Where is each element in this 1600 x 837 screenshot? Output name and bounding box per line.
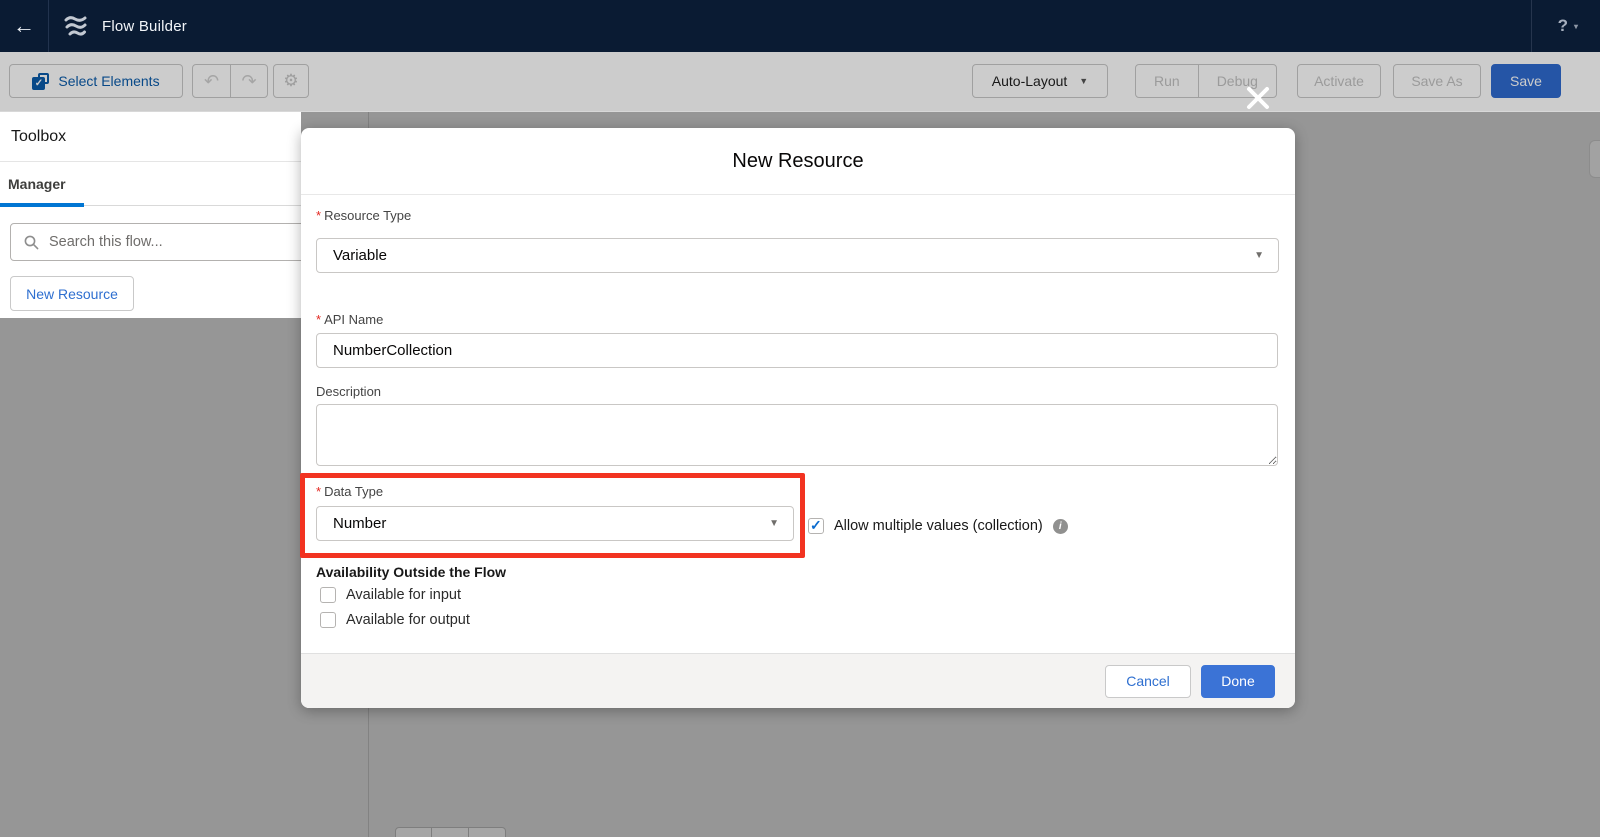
save-button[interactable]: Save <box>1491 64 1561 98</box>
zoom-out-button[interactable] <box>395 827 432 837</box>
cancel-button[interactable]: Cancel <box>1105 665 1191 698</box>
navbar-right-divider <box>1531 0 1532 52</box>
back-arrow-icon[interactable]: ← <box>0 0 48 52</box>
resource-type-label: *Resource Type <box>316 208 411 223</box>
active-tab-underline <box>0 203 84 207</box>
toolbox-panel: Toolbox Manager New Resource <box>0 112 301 318</box>
redo-button[interactable]: ↷ <box>230 65 267 97</box>
multi-select-icon: ✓ <box>32 73 49 90</box>
flow-builder-logo-icon <box>63 15 90 38</box>
chevron-down-icon: ▼ <box>1254 250 1264 261</box>
modal-header: New Resource <box>301 128 1295 195</box>
chevron-down-icon: ▼ <box>769 518 779 529</box>
undo-redo-group: ↶ ↷ <box>192 64 268 98</box>
required-asterisk: * <box>316 208 321 223</box>
activate-label: Activate <box>1314 73 1364 89</box>
required-asterisk: * <box>316 484 321 499</box>
available-for-input-label: Available for input <box>346 587 461 603</box>
navbar-divider <box>48 0 49 52</box>
auto-layout-dropdown[interactable]: Auto-Layout ▼ <box>972 64 1108 98</box>
tab-manager[interactable]: Manager <box>8 176 66 192</box>
resource-type-dropdown[interactable]: Variable ▼ <box>316 238 1279 273</box>
chevron-down-icon: ▼ <box>1079 76 1088 86</box>
zoom-fit-button[interactable] <box>432 827 469 837</box>
run-button[interactable]: Run <box>1136 65 1198 97</box>
description-label: Description <box>316 384 381 399</box>
activate-button[interactable]: Activate <box>1297 64 1381 98</box>
availability-heading: Availability Outside the Flow <box>316 564 506 580</box>
allow-multiple-row: ✓ Allow multiple values (collection) i <box>808 518 1068 534</box>
cancel-label: Cancel <box>1126 673 1170 689</box>
available-for-output-checkbox[interactable]: ✓ <box>320 612 336 628</box>
flow-search-box <box>10 223 301 261</box>
required-asterisk: * <box>316 312 321 327</box>
help-icon: ? <box>1558 16 1568 36</box>
resource-type-value: Variable <box>333 247 387 264</box>
help-menu-button[interactable]: ? ▾ <box>1558 16 1578 36</box>
undo-button[interactable]: ↶ <box>193 65 230 97</box>
flow-builder-app: ← Flow Builder ? ▾ ✓ Select Elements <box>0 0 1600 837</box>
modal-close-button[interactable] <box>1241 81 1275 115</box>
available-for-output-label: Available for output <box>346 612 470 628</box>
api-name-label: *API Name <box>316 312 383 327</box>
search-icon <box>24 235 39 250</box>
modal-footer: Cancel Done <box>301 653 1295 708</box>
available-for-input-row: ✓ Available for input <box>320 587 461 603</box>
app-title: Flow Builder <box>102 18 187 35</box>
data-type-label: *Data Type <box>316 484 383 499</box>
gear-icon: ⚙ <box>283 71 298 91</box>
chevron-down-icon: ▾ <box>1574 22 1578 31</box>
toolbox-title: Toolbox <box>0 112 301 146</box>
description-textarea[interactable] <box>316 404 1278 466</box>
data-type-dropdown[interactable]: Number ▼ <box>316 506 794 541</box>
new-resource-button[interactable]: New Resource <box>10 276 134 311</box>
check-icon: ✓ <box>810 517 822 534</box>
toolbox-tabs: Manager <box>0 162 301 206</box>
flow-toolbar: ✓ Select Elements ↶ ↷ ⚙ Auto-Layout ▼ Ru… <box>0 52 1600 112</box>
search-input[interactable] <box>49 234 269 250</box>
new-resource-label: New Resource <box>26 286 118 302</box>
top-navbar: ← Flow Builder ? ▾ <box>0 0 1600 52</box>
done-button[interactable]: Done <box>1201 665 1275 698</box>
auto-layout-label: Auto-Layout <box>992 73 1068 89</box>
available-for-input-checkbox[interactable]: ✓ <box>320 587 336 603</box>
save-as-button[interactable]: Save As <box>1393 64 1481 98</box>
run-label: Run <box>1154 73 1180 89</box>
allow-multiple-label: Allow multiple values (collection) <box>834 518 1043 534</box>
flow-settings-button[interactable]: ⚙ <box>273 64 309 98</box>
available-for-output-row: ✓ Available for output <box>320 612 470 628</box>
modal-title: New Resource <box>732 150 863 173</box>
undo-icon: ↶ <box>204 71 219 92</box>
allow-multiple-checkbox[interactable]: ✓ <box>808 518 824 534</box>
save-label: Save <box>1510 73 1542 89</box>
info-icon[interactable]: i <box>1053 519 1068 534</box>
close-icon <box>1243 83 1273 113</box>
select-elements-label: Select Elements <box>58 73 159 89</box>
redo-icon: ↷ <box>241 71 256 92</box>
canvas-zoom-controls <box>395 827 506 837</box>
api-name-input[interactable] <box>316 333 1278 368</box>
done-label: Done <box>1221 673 1254 689</box>
right-panel-toggle-button[interactable] <box>1589 140 1600 178</box>
select-elements-button[interactable]: ✓ Select Elements <box>9 64 183 98</box>
new-resource-modal: New Resource *Resource Type Variable ▼ *… <box>301 128 1295 708</box>
save-as-label: Save As <box>1411 73 1462 89</box>
data-type-value: Number <box>333 515 386 532</box>
zoom-in-button[interactable] <box>469 827 506 837</box>
